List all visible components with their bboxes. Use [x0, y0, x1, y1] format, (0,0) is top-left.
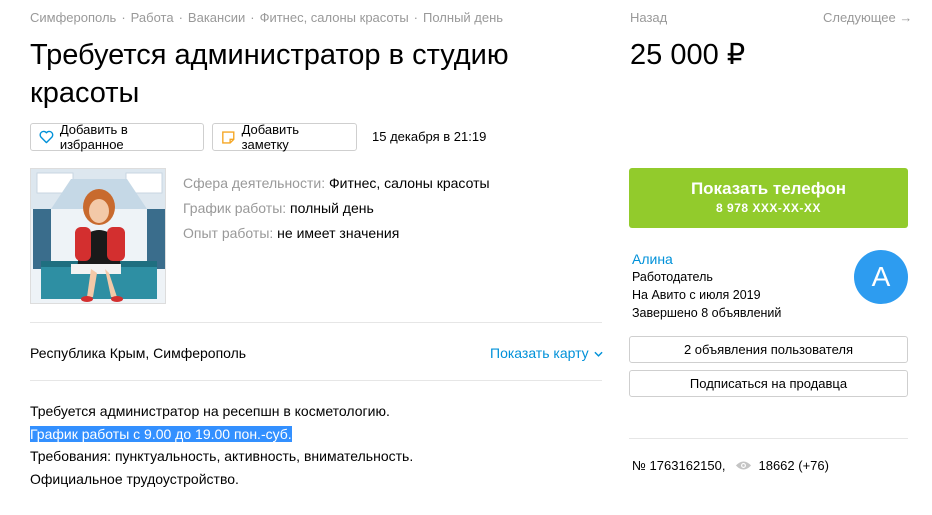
param-schedule: График работы: полный день	[183, 200, 374, 216]
back-link[interactable]: Назад	[630, 10, 667, 25]
seller-type: Работодатель	[632, 270, 713, 284]
price: 25 000 ₽	[630, 39, 746, 71]
heart-icon	[39, 130, 54, 144]
breadcrumb-item-work[interactable]: Работа	[131, 10, 174, 25]
add-note-label: Добавить заметку	[241, 122, 300, 152]
description-line: Официальное трудоустройство.	[30, 470, 239, 487]
description-line: Требования: пунктуальность, активность, …	[30, 448, 414, 464]
show-map-label: Показать карту	[490, 345, 589, 361]
divider	[30, 322, 602, 323]
add-to-favorites-label: Добавить в избранное	[59, 122, 128, 152]
add-note-button[interactable]: Добавить заметку	[212, 122, 357, 152]
page-title: Требуется администратор в студию красоты	[30, 39, 509, 109]
publish-date: 15 декабря в 21:19	[372, 129, 487, 144]
seller-info: Работодатель На Авито с июля 2019 Заверш…	[632, 268, 781, 322]
view-count: 18662 (+76)	[758, 458, 829, 473]
seller-since: На Авито с июля 2019	[632, 288, 761, 302]
phone-number-masked: 8 978 XXX-XX-XX	[716, 201, 821, 215]
avatar[interactable]: А	[854, 250, 908, 304]
divider	[629, 438, 908, 439]
receptionist-illustration	[31, 169, 165, 303]
subscribe-seller-button[interactable]: Подписаться на продавца	[629, 370, 908, 397]
param-experience: Опыт работы: не имеет значения	[183, 225, 400, 241]
add-to-favorites-button[interactable]: Добавить в избранное	[30, 122, 204, 152]
breadcrumb-item-city[interactable]: Симферополь	[30, 10, 116, 25]
address: Республика Крым, Симферополь	[30, 345, 247, 361]
description-line: Требуется администратор на ресепшн в кос…	[30, 403, 390, 419]
listing-id: № 1763162150,	[632, 458, 726, 473]
chevron-down-icon	[593, 351, 603, 357]
breadcrumb: Симферополь · Работа · Вакансии · Фитнес, сало…	[30, 10, 504, 25]
divider	[30, 380, 602, 381]
description: Требуется администратор на ресепшн в кос…	[30, 400, 413, 490]
breadcrumb-item-schedule[interactable]: Полный день	[423, 10, 503, 25]
breadcrumb-item-category[interactable]: Фитнес, салоны красоты	[260, 10, 409, 25]
description-line-selected: График работы с 9.00 до 19.00 пон.-суб.	[30, 425, 292, 442]
note-icon	[222, 130, 235, 144]
param-sphere: Сфера деятельности: Фитнес, салоны красо…	[183, 175, 490, 191]
listing-photo[interactable]	[30, 168, 166, 304]
show-phone-button[interactable]: Показать телефон 8 978 XXX-XX-XX	[629, 168, 908, 228]
listing-meta: № 1763162150, 18662 (+76)	[632, 458, 829, 473]
show-phone-label: Показать телефон	[690, 179, 847, 198]
breadcrumb-item-vacancies[interactable]: Вакансии	[188, 10, 245, 25]
eye-icon	[735, 460, 752, 471]
seller-completed: Завершено 8 объявлений	[632, 306, 782, 320]
seller-ads-button[interactable]: 2 объявления пользователя	[629, 336, 908, 363]
seller-name-link[interactable]: Алина	[632, 251, 673, 267]
listing-params: Сфера деятельности: Фитнес, салоны красо…	[183, 171, 490, 246]
show-map-link[interactable]: Показать карту	[490, 345, 603, 361]
next-link[interactable]: Следующее →	[823, 10, 912, 25]
